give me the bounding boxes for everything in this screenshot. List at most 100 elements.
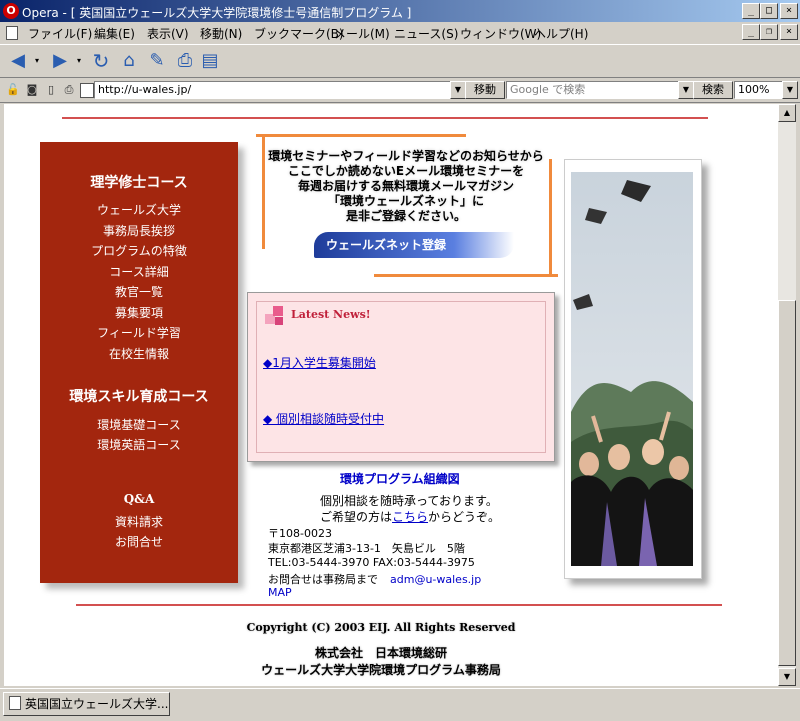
sidebar-item-students[interactable]: 在校生情報 [40, 345, 238, 362]
map-link[interactable]: MAP [268, 586, 292, 599]
mailmag-promo: 環境セミナーやフィールド学習などのお知らせから ここでしか読めないEメール環境セ… [254, 134, 558, 280]
search-button[interactable]: 検索 [693, 81, 733, 99]
hotlist-icon[interactable]: ✎ [144, 50, 170, 72]
back-icon[interactable]: ◀ [6, 50, 30, 72]
security-icon[interactable]: 🔓 [6, 83, 20, 97]
news-item-enrollment[interactable]: ◆1月入学生募集開始 [263, 354, 376, 371]
contact-pre: お問合せは事務局まで [268, 573, 378, 586]
graduation-illustration [571, 172, 693, 566]
menu-help[interactable]: ヘルプ(H) [534, 25, 588, 42]
sidebar-item-faculty[interactable]: 教官一覧 [40, 283, 238, 300]
tab-title: 英国国立ウェールズ大学... [25, 697, 169, 711]
zoom-dropdown-arrow[interactable]: ▼ [782, 81, 798, 99]
promo-text: 環境セミナーやフィールド学習などのお知らせから ここでしか読めないEメール環境セ… [254, 149, 558, 224]
tab-page-icon [9, 696, 21, 710]
tel-fax: TEL:03-5444-3970 FAX:03-5444-3975 [268, 556, 475, 569]
back-dropdown-icon[interactable]: ▾ [32, 50, 42, 72]
menu-edit[interactable]: 編集(E) [94, 25, 135, 42]
forward-icon[interactable]: ▶ [48, 50, 72, 72]
window-title: Opera - [ 英国国立ウェールズ大学大学院環境修士号通信制プログラム ] [22, 6, 412, 20]
scroll-down-arrow[interactable]: ▼ [778, 668, 796, 686]
scroll-thumb[interactable] [778, 300, 796, 666]
home-icon[interactable]: ⌂ [116, 50, 142, 72]
menu-news[interactable]: ニュース(S) [394, 25, 458, 42]
printer-small-icon[interactable]: ⎙ [62, 83, 76, 97]
contact-line: お問合せは事務局まで adm@u-wales.jp [268, 571, 481, 587]
sidebar-item-contact[interactable]: お問合せ [40, 533, 238, 550]
menu-navigate[interactable]: 移動(N) [200, 25, 242, 42]
news-inner: Latest News! ◆1月入学生募集開始 ◆ 個別相談随時受付中 [256, 301, 546, 453]
consult-line1: 個別相談を随時承っております。 [320, 494, 498, 508]
blank-page-icon[interactable]: ▯ [44, 83, 58, 97]
street-address: 東京都港区芝浦3-13-1 矢島ビル 5階 [268, 542, 465, 555]
search-dropdown-arrow[interactable]: ▼ [678, 81, 694, 99]
consult-pre: ご希望の方は [320, 510, 393, 524]
menu-file[interactable]: ファイル(F) [28, 25, 92, 42]
page-icon[interactable]: ▤ [200, 50, 220, 72]
document-icon [6, 26, 18, 40]
scroll-up-arrow[interactable]: ▲ [778, 104, 796, 122]
minimize-button[interactable]: _ [742, 3, 760, 19]
zoom-input[interactable]: 100% [734, 81, 783, 99]
tab-bar: 英国国立ウェールズ大学... [0, 688, 800, 721]
bottom-rule [76, 604, 722, 606]
sidebar-item-features[interactable]: プログラムの特徴 [40, 242, 238, 259]
menu-bookmarks[interactable]: ブックマーク(B) [254, 25, 344, 42]
news-logo-icon [265, 306, 287, 328]
walesnet-register-button[interactable]: ウェールズネット登録 [314, 232, 514, 258]
forward-dropdown-icon[interactable]: ▾ [74, 50, 84, 72]
maximize-button[interactable]: □ [760, 3, 778, 19]
menu-mail[interactable]: メール(M) [334, 25, 390, 42]
camera-icon[interactable]: ◙ [25, 83, 39, 97]
promo-line: ここでしか読めないEメール環境セミナーを [287, 164, 525, 178]
footer-company: 株式会社 日本環境総研 ウェールズ大学大学院環境プログラム事務局 [4, 645, 758, 679]
doc-close-button[interactable]: × [780, 24, 798, 40]
sidebar-item-director[interactable]: 事務局長挨拶 [40, 222, 238, 239]
sidebar-item-qa[interactable]: Q&A [40, 492, 238, 506]
office-name: ウェールズ大学大学院環境プログラム事務局 [261, 663, 501, 677]
promo-line: 是非ご登録ください。 [345, 209, 466, 223]
promo-line: 「環境ウェールズネット」に [327, 194, 484, 208]
search-input[interactable]: Google で検索 [506, 81, 679, 99]
close-button[interactable]: × [780, 3, 798, 19]
top-rule [62, 117, 708, 119]
sidebar-heading-skills: 環境スキル育成コース [69, 389, 209, 405]
opera-icon: O [3, 3, 19, 19]
reload-icon[interactable]: ↻ [88, 50, 114, 72]
company-name: 株式会社 日本環境総研 [314, 646, 447, 660]
postal-code: 〒108-0023 [268, 527, 332, 540]
promo-line: 毎週お届けする無料環境メールマガジン [297, 179, 514, 193]
url-page-icon [80, 83, 94, 98]
sidebar-item-wales-univ[interactable]: ウェールズ大学 [40, 201, 238, 218]
url-dropdown-arrow[interactable]: ▼ [450, 81, 466, 99]
title-bar: O Opera - [ 英国国立ウェールズ大学大学院環境修士号通信制プログラム … [0, 0, 800, 22]
email-link[interactable]: adm@u-wales.jp [390, 573, 481, 586]
org-chart-link[interactable]: 環境プログラム組織図 [340, 470, 460, 487]
sidebar-item-english[interactable]: 環境英語コース [40, 436, 238, 453]
doc-restore-button[interactable]: ❐ [760, 24, 778, 40]
graduation-photo [564, 159, 702, 579]
menu-view[interactable]: 表示(V) [147, 25, 189, 42]
toolbar: ◀ ▾ ▶ ▾ ↻ ⌂ ✎ ⎙ ▤ [0, 44, 800, 78]
go-button[interactable]: 移動 [465, 81, 505, 99]
page-tab[interactable]: 英国国立ウェールズ大学... [3, 692, 170, 716]
doc-minimize-button[interactable]: _ [742, 24, 760, 40]
url-input[interactable]: http://u-wales.jp/ [94, 81, 451, 99]
sidebar-item-basic[interactable]: 環境基礎コース [40, 416, 238, 433]
consult-post: からどうぞ。 [428, 510, 501, 524]
vertical-scrollbar[interactable]: ▲ ▼ [778, 104, 796, 686]
sidebar-item-request[interactable]: 資料請求 [40, 513, 238, 530]
sidebar-item-course-detail[interactable]: コース詳細 [40, 263, 238, 280]
news-item-consultation[interactable]: ◆ 個別相談随時受付中 [263, 410, 384, 427]
menu-window[interactable]: ウィンドウ(W) [460, 25, 541, 42]
news-title: Latest News! [291, 308, 371, 321]
menu-bar: ファイル(F) 編集(E) 表示(V) 移動(N) ブックマーク(B) メール(… [0, 22, 800, 42]
consult-here-link[interactable]: こちら [392, 510, 428, 524]
sidebar-heading-masters: 理学修士コース [90, 175, 188, 191]
promo-frame-bottom [374, 274, 558, 277]
address-bar: 🔓 ◙ ▯ ⎙ http://u-wales.jp/ ▼ 移動 Google で… [0, 78, 800, 103]
sidebar-item-field-study[interactable]: フィールド学習 [40, 324, 238, 341]
sidebar-item-admission[interactable]: 募集要項 [40, 304, 238, 321]
print-icon[interactable]: ⎙ [172, 50, 198, 72]
latest-news-box: Latest News! ◆1月入学生募集開始 ◆ 個別相談随時受付中 [247, 292, 555, 462]
